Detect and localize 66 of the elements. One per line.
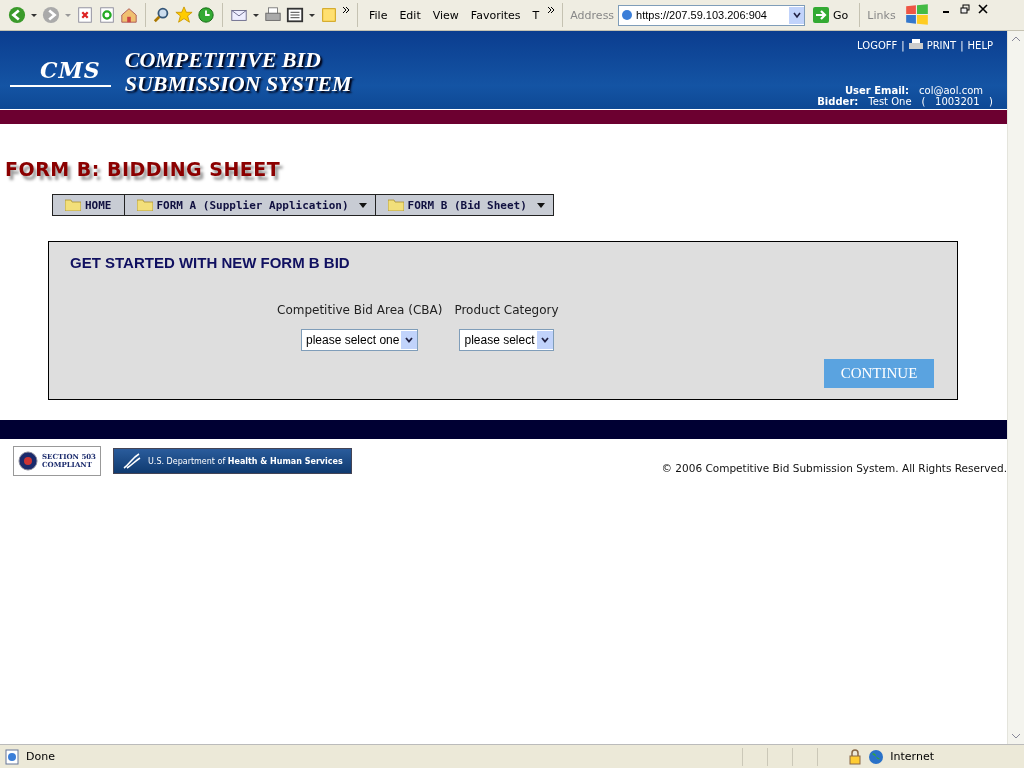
- restore-icon[interactable]: [959, 4, 970, 14]
- header-link[interactable]: LOGOFF: [857, 39, 898, 51]
- bidder-name: Test One: [868, 96, 912, 107]
- header-link[interactable]: HELP: [967, 39, 993, 51]
- printer-icon[interactable]: [264, 6, 282, 24]
- field-label: Product Category: [454, 303, 559, 317]
- separator: |: [901, 39, 905, 51]
- copyright-text: © 2006 Competitive Bid Submission System. All Rights Reserved.: [661, 462, 1007, 474]
- back-icon[interactable]: [8, 6, 26, 24]
- page-icon: [4, 748, 20, 765]
- menu-item[interactable]: T: [528, 8, 544, 22]
- hhs-text: U.S. Department of Health & Human Services: [148, 456, 343, 466]
- folder-icon: [387, 199, 404, 211]
- document-icon[interactable]: [286, 6, 304, 24]
- bidder-id: ( 1003201 ): [921, 96, 993, 107]
- refresh-icon[interactable]: [98, 6, 116, 24]
- site-title: COMPETITIVE BID SUBMISSION SYSTEM: [124, 48, 352, 96]
- menu-item[interactable]: File: [365, 8, 392, 22]
- caret-icon[interactable]: [252, 11, 260, 19]
- user-email-label: User Email:: [844, 85, 910, 96]
- dropdown-field[interactable]: please select one: [301, 329, 419, 351]
- go-button[interactable]: Go: [809, 7, 853, 23]
- close-icon[interactable]: [977, 4, 988, 14]
- chevron-icon[interactable]: [342, 6, 350, 14]
- printer-icon: [908, 39, 923, 51]
- bidder-label: Bidder:: [817, 96, 859, 107]
- chevron-down-icon[interactable]: [405, 337, 414, 343]
- nav-menu-button[interactable]: HOME: [52, 194, 125, 216]
- status-text: Done: [26, 750, 55, 763]
- nav-menu-button[interactable]: FORM B (Bid Sheet): [374, 194, 554, 216]
- user-email-value: col@aol.com: [919, 85, 983, 96]
- lock-icon: [848, 748, 863, 765]
- cms-logo: CMS: [10, 57, 111, 87]
- header-link[interactable]: PRINT: [926, 39, 957, 51]
- panel-heading: GET STARTED WITH NEW FORM B BID: [70, 254, 351, 271]
- folder-icon: [65, 199, 81, 211]
- nav-menu-button[interactable]: FORM A (Supplier Application): [123, 194, 376, 216]
- seal-icon: [18, 451, 38, 471]
- separator: |: [960, 39, 964, 51]
- address-field[interactable]: https://207.59.103.206:904: [618, 4, 806, 26]
- history-icon[interactable]: [197, 6, 215, 24]
- arrow-icon: [813, 7, 830, 23]
- globe-icon: [868, 748, 885, 765]
- stop-icon[interactable]: [76, 6, 94, 24]
- windows-logo-icon: [903, 3, 930, 27]
- chevron-icon[interactable]: [547, 6, 556, 14]
- menu-item[interactable]: Favorites: [466, 8, 525, 22]
- folder-icon: [136, 199, 153, 211]
- caret-icon[interactable]: [308, 11, 316, 19]
- menu-item[interactable]: View: [428, 8, 463, 22]
- chevron-down-icon[interactable]: [792, 11, 801, 19]
- zone-text: Internet: [890, 750, 934, 763]
- caret-icon[interactable]: [30, 11, 38, 19]
- home-icon[interactable]: [120, 6, 138, 24]
- star-icon[interactable]: [175, 6, 193, 24]
- field-label: Competitive Bid Area (CBA): [277, 303, 443, 317]
- caret-icon: [358, 202, 367, 208]
- address-label: Address: [570, 8, 615, 22]
- search-icon[interactable]: [153, 6, 171, 24]
- dropdown-field[interactable]: please select: [459, 329, 554, 351]
- page-title: FORM B: BIDDING SHEET: [5, 158, 282, 180]
- chevron-down-icon[interactable]: [540, 337, 549, 343]
- menu-item[interactable]: Edit: [395, 8, 425, 22]
- scrollbar[interactable]: [1007, 31, 1024, 744]
- page-icon: [621, 9, 634, 21]
- caret-icon: [536, 202, 545, 208]
